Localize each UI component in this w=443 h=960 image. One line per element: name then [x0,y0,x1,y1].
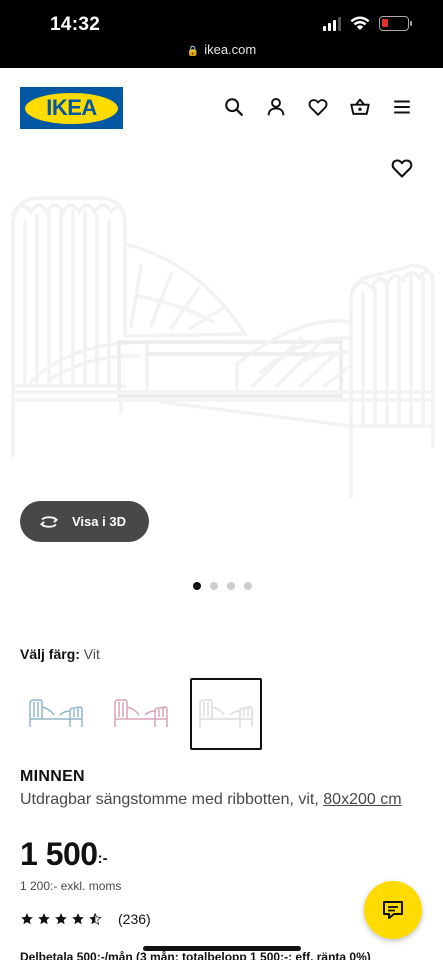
view-in-3d-button[interactable]: Visa i 3D [20,501,149,542]
star-icon [55,913,67,925]
pagination-dot[interactable] [193,582,201,590]
price-excl-vat: 1 200:- exkl. moms [20,879,122,893]
battery-icon [379,16,412,31]
status-icons [323,16,412,31]
pink-bed-swatch[interactable] [105,678,177,750]
review-count: (236) [118,911,151,927]
price-amount: 1 500 [20,836,98,872]
product-description: Utdragbar sängstomme med ribbotten, vit,… [20,789,425,810]
half-star-icon [89,913,102,925]
star-icon [72,913,84,925]
add-to-favourites-icon[interactable] [390,156,414,180]
pagination-dot[interactable] [244,582,252,590]
rotate-3d-icon [39,515,59,528]
bed-thumbnail [199,699,253,727]
header-nav [223,96,413,118]
product-description-text: Utdragbar sängstomme med ribbotten, vit, [20,791,319,808]
menu-icon[interactable] [391,96,413,118]
ikea-logo[interactable]: IKEA [20,87,123,129]
bed-thumbnail [114,699,168,727]
site-header: IKEA [0,68,443,148]
pagination-dot[interactable] [227,582,235,590]
status-bar: 14:32 🔒 ikea.com [0,0,443,68]
product-rating[interactable]: (236) [20,911,151,927]
star-icon [38,913,50,925]
bed-thumbnail [29,699,83,727]
chat-icon [383,901,403,919]
color-selector-label: Välj färg: Vit [20,646,100,662]
white-bed-swatch[interactable] [190,678,262,750]
selected-color-value: Vit [83,646,100,662]
installment-info: Delbetala 500:-/mån (3 mån; totalbelopp … [20,950,371,960]
product-price: 1 500 :- [20,836,108,873]
cellular-signal-icon [323,16,341,31]
cart-icon[interactable] [349,96,371,118]
view-in-3d-label: Visa i 3D [72,514,126,529]
price-suffix: :- [97,850,108,867]
color-label-text: Välj färg: [20,646,80,662]
account-icon[interactable] [265,96,287,118]
search-icon[interactable] [223,96,245,118]
status-time: 14:32 [50,14,101,35]
wifi-icon [350,16,370,30]
chat-button[interactable] [364,881,422,939]
gallery-pagination [193,582,252,590]
lock-icon: 🔒 [186,46,200,57]
logo-text: IKEA [46,95,97,120]
product-image [11,196,435,498]
blue-bed-swatch[interactable] [20,678,92,750]
home-indicator[interactable] [143,946,301,951]
address-bar[interactable]: 🔒 ikea.com [0,42,443,57]
product-size-link[interactable]: 80x200 cm [323,791,401,808]
pagination-dot[interactable] [210,582,218,590]
product-name: MINNEN [20,768,85,785]
star-icon [21,913,33,925]
color-swatches [20,678,262,750]
wishlist-icon[interactable] [307,96,329,118]
url-text: ikea.com [204,42,257,57]
